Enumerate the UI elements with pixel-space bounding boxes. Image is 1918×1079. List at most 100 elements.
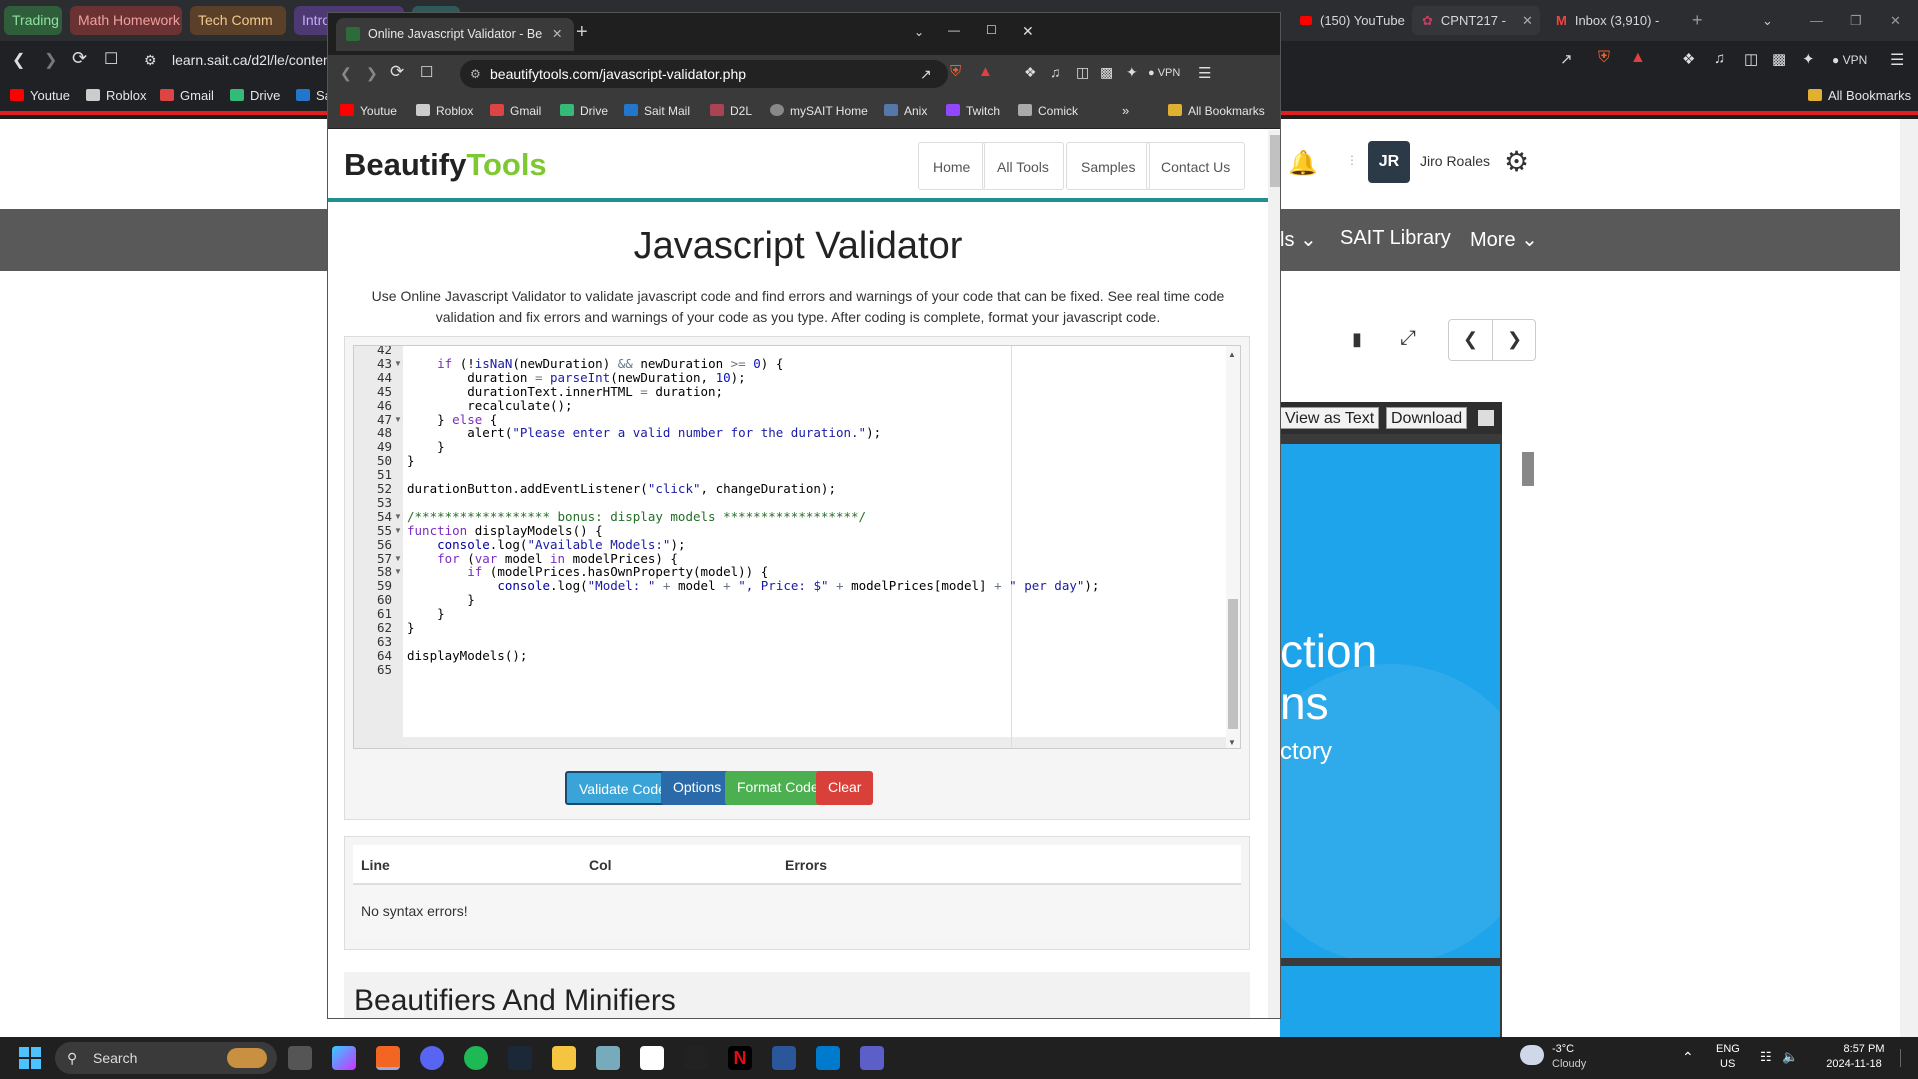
brave-icon[interactable] bbox=[376, 1046, 400, 1070]
extensions-icon[interactable]: ❖ bbox=[1682, 50, 1695, 68]
teams-icon[interactable] bbox=[860, 1046, 884, 1070]
nav-home[interactable]: Home bbox=[918, 142, 986, 190]
show-hidden-icon[interactable]: ⌃ bbox=[1682, 1049, 1694, 1066]
lang-eng[interactable]: ENG bbox=[1716, 1043, 1740, 1055]
tab-search-icon[interactable]: ⌄ bbox=[914, 25, 924, 39]
netflix-icon[interactable]: N bbox=[728, 1046, 752, 1070]
clear-button[interactable]: Clear bbox=[816, 771, 874, 805]
network-icon[interactable]: ☷ bbox=[1760, 1049, 1772, 1065]
tab-math-homework[interactable]: Math Homework bbox=[70, 6, 182, 35]
new-tab-icon[interactable]: + bbox=[576, 21, 588, 44]
share-icon[interactable]: ↗ bbox=[1560, 50, 1573, 68]
wallet-icon[interactable]: ▩ bbox=[1100, 64, 1113, 81]
bookmark-drive[interactable]: Drive bbox=[560, 96, 608, 126]
sidebar-icon[interactable]: ◫ bbox=[1744, 50, 1758, 68]
word-icon[interactable] bbox=[772, 1046, 796, 1070]
bell-icon[interactable]: 🔔 bbox=[1288, 149, 1318, 178]
bookmark-twitch[interactable]: Twitch bbox=[946, 96, 1000, 126]
weather-desc[interactable]: Cloudy bbox=[1552, 1058, 1586, 1070]
fold-toggle-icon[interactable]: ▼ bbox=[394, 359, 402, 368]
nav-tools[interactable]: ls ⌄ bbox=[1280, 227, 1317, 252]
bookmark-all[interactable]: All Bookmarks bbox=[1808, 81, 1911, 111]
show-desktop[interactable] bbox=[1900, 1049, 1910, 1067]
site-logo[interactable]: BeautifyTools bbox=[344, 147, 547, 183]
bookmark-drive[interactable]: Drive bbox=[230, 81, 280, 111]
bookmark-youtube[interactable]: Youtue bbox=[10, 81, 70, 111]
volume-icon[interactable]: 🔈 bbox=[1782, 1049, 1798, 1065]
bookmark-gmail[interactable]: Gmail bbox=[490, 96, 541, 126]
site-settings-icon[interactable]: ⚙ bbox=[470, 60, 481, 88]
bookmark-d2l[interactable]: D2L bbox=[710, 96, 752, 126]
user-name[interactable]: Jiro Roales bbox=[1420, 153, 1490, 169]
restore-icon[interactable]: ❐ bbox=[1840, 6, 1862, 35]
bookmark-icon[interactable]: ☐ bbox=[104, 49, 118, 69]
menu-icon[interactable]: ☰ bbox=[1890, 50, 1904, 70]
window-close-icon[interactable]: ✕ bbox=[1022, 23, 1034, 40]
discord-icon[interactable] bbox=[420, 1046, 444, 1070]
back-icon[interactable]: ❮ bbox=[12, 50, 25, 70]
bookmark-page-icon[interactable]: ▮ bbox=[1352, 329, 1362, 350]
fold-toggle-icon[interactable]: ▼ bbox=[394, 415, 402, 424]
tab-close-icon[interactable]: ✕ bbox=[552, 18, 562, 51]
share-icon[interactable]: ↗ bbox=[920, 60, 932, 88]
tab-cpnt217[interactable]: ✿ CPNT217 - ✕ bbox=[1412, 6, 1540, 35]
brave-shield-icon[interactable]: ⛨ bbox=[950, 63, 961, 80]
reload-icon[interactable]: ⟳ bbox=[72, 48, 87, 69]
bookmark-anix[interactable]: Anix bbox=[884, 96, 927, 126]
window-minimize-icon[interactable]: — bbox=[948, 23, 960, 37]
pdf-scroll-thumb[interactable] bbox=[1522, 452, 1534, 486]
leo-icon[interactable]: ✦ bbox=[1126, 64, 1138, 81]
minimize-icon[interactable]: — bbox=[1800, 6, 1823, 35]
wallet-icon[interactable]: ▩ bbox=[1772, 50, 1786, 68]
address-bar[interactable]: learn.sait.ca/d2l/le/conten bbox=[172, 52, 331, 68]
fold-toggle-icon[interactable]: ▼ bbox=[394, 512, 402, 521]
window-maximize-icon[interactable]: ☐ bbox=[986, 23, 997, 37]
forward-icon[interactable]: ❯ bbox=[366, 65, 378, 82]
editor-scroll-thumb[interactable] bbox=[1228, 599, 1238, 729]
notion-icon[interactable] bbox=[640, 1046, 664, 1070]
vscode-icon[interactable] bbox=[816, 1046, 840, 1070]
clock-time[interactable]: 8:57 PM bbox=[1834, 1043, 1894, 1055]
nav-samples[interactable]: Samples bbox=[1066, 142, 1151, 190]
bookmark-youtube[interactable]: Youtue bbox=[340, 96, 397, 126]
sidebar-icon[interactable]: ◫ bbox=[1076, 64, 1089, 81]
nav-contact-us[interactable]: Contact Us bbox=[1146, 142, 1246, 190]
nav-more[interactable]: More ⌄ bbox=[1470, 227, 1538, 252]
options-button[interactable]: Options bbox=[661, 771, 734, 805]
brave-shield-icon[interactable]: ⛨ bbox=[1598, 49, 1610, 67]
file-explorer-icon[interactable] bbox=[552, 1046, 576, 1070]
bookmark-mysait[interactable]: mySAIT Home bbox=[770, 96, 868, 126]
steam-icon[interactable] bbox=[508, 1046, 532, 1070]
start-icon[interactable] bbox=[19, 1047, 41, 1069]
fold-toggle-icon[interactable]: ▼ bbox=[394, 526, 402, 535]
code-editor[interactable]: 42 43 ▼ 44 45 46 47 ▼ 48 49 50 51 52 53 54 ▼ 55 ▼ 56 57 ▼ 58 ▼… bbox=[353, 345, 1241, 749]
nav-sait-library[interactable]: SAIT Library bbox=[1340, 227, 1451, 250]
tab-list-icon[interactable]: ⌄ bbox=[1752, 6, 1773, 35]
stop-icon[interactable] bbox=[1478, 410, 1494, 426]
prev-icon[interactable]: ❮ bbox=[1463, 329, 1478, 350]
music-icon[interactable]: ♫ bbox=[1050, 64, 1061, 80]
settings-gear-icon[interactable]: ⚙ bbox=[1504, 145, 1529, 178]
avatar[interactable]: JR bbox=[1368, 141, 1410, 183]
page-scrollbar[interactable] bbox=[1268, 130, 1280, 1018]
rewards-icon[interactable]: ▲ bbox=[978, 63, 993, 80]
bookmark-sait-mail[interactable]: Sait Mail bbox=[624, 96, 690, 126]
fullscreen-icon[interactable]: ⤢ bbox=[1400, 327, 1416, 350]
site-settings-icon[interactable]: ⚙ bbox=[144, 52, 157, 69]
format-code-button[interactable]: Format Code bbox=[725, 771, 831, 805]
weather-temp[interactable]: -3°C bbox=[1552, 1043, 1574, 1055]
task-view-icon[interactable] bbox=[288, 1046, 312, 1070]
extensions-icon[interactable]: ❖ bbox=[1024, 64, 1037, 81]
close-icon[interactable]: ✕ bbox=[1880, 6, 1901, 35]
photos-icon[interactable] bbox=[596, 1046, 620, 1070]
fold-toggle-icon[interactable]: ▼ bbox=[394, 554, 402, 563]
menu-icon[interactable]: ☰ bbox=[1198, 64, 1211, 82]
rewards-icon[interactable]: ▲ bbox=[1630, 49, 1646, 67]
new-tab-icon[interactable]: + bbox=[1682, 6, 1703, 35]
view-as-text-button[interactable]: View as Text bbox=[1280, 407, 1380, 429]
bookmark-comick[interactable]: Comick bbox=[1018, 96, 1078, 126]
bookmark-gmail[interactable]: Gmail bbox=[160, 81, 214, 111]
page-scroll-thumb[interactable] bbox=[1270, 135, 1280, 187]
tab-gmail[interactable]: M Inbox (3,910) - bbox=[1546, 6, 1676, 35]
scroll-down-icon[interactable]: ▼ bbox=[1228, 738, 1236, 747]
